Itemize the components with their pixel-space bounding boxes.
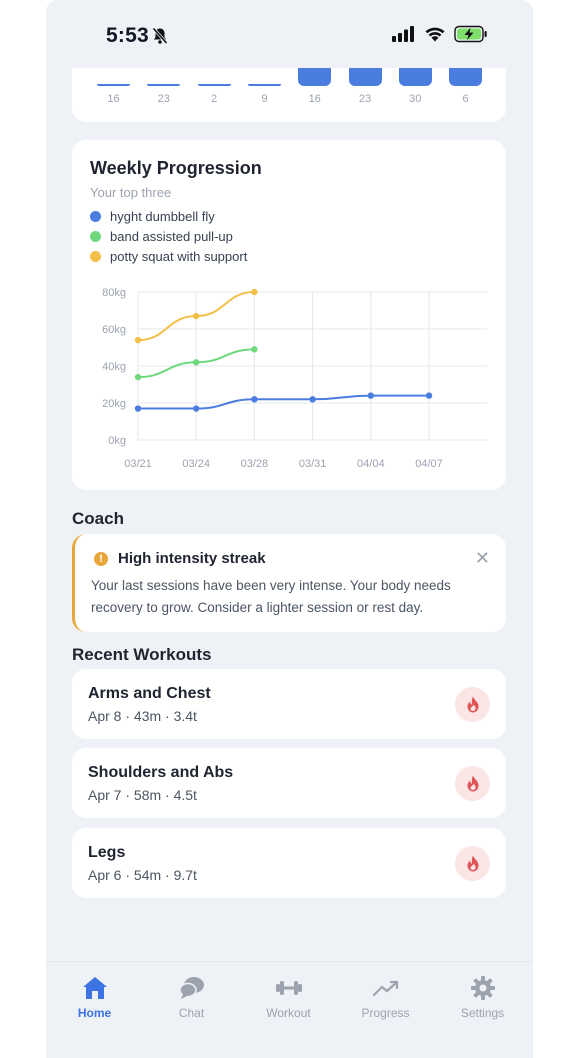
legend-item: potty squat with support bbox=[90, 249, 247, 264]
close-icon[interactable]: ✕ bbox=[475, 548, 490, 569]
data-point bbox=[193, 359, 200, 366]
flame-icon bbox=[455, 846, 490, 881]
workout-card[interactable]: Legs Apr 6 · 54m · 9.7t bbox=[72, 828, 506, 898]
legend-item: hyght dumbbell fly bbox=[90, 209, 215, 224]
y-tick-label: 80kg bbox=[102, 287, 126, 299]
tab-settings[interactable]: Settings bbox=[434, 974, 531, 1020]
tab-label: Home bbox=[77, 1006, 112, 1020]
tab-label: Settings bbox=[460, 1006, 505, 1020]
app-screen: 16 23 2 9 16 23 30 6 5:53 0kg 20kg 40kg … bbox=[46, 0, 533, 1058]
volume-tick-label: 9 bbox=[261, 93, 268, 105]
tab-chat[interactable]: Chat bbox=[143, 974, 240, 1020]
workout-meta: Apr 8 · 43m · 3.4t bbox=[88, 708, 197, 724]
y-tick-label: 20kg bbox=[102, 398, 126, 410]
volume-tick-label: 2 bbox=[211, 93, 218, 105]
x-tick-label: 03/31 bbox=[299, 458, 327, 470]
data-point bbox=[367, 392, 374, 399]
x-tick-label: 03/24 bbox=[182, 458, 210, 470]
volume-tick-label: 30 bbox=[409, 93, 422, 105]
tab-progress[interactable]: Progress bbox=[337, 974, 434, 1020]
workout-card[interactable]: Shoulders and Abs Apr 7 · 58m · 4.5t bbox=[72, 748, 506, 818]
tab-label: Progress bbox=[361, 1006, 410, 1020]
data-point bbox=[251, 346, 258, 353]
x-tick-label: 04/07 bbox=[415, 458, 443, 470]
workout-name: Shoulders and Abs bbox=[88, 764, 234, 781]
volume-bar bbox=[97, 83, 130, 86]
volume-bar bbox=[247, 83, 281, 86]
series-line bbox=[138, 394, 429, 410]
workout-card[interactable]: Arms and Chest Apr 8 · 43m · 3.4t bbox=[72, 669, 506, 739]
card-subtitle: Your top three bbox=[90, 185, 172, 200]
data-point bbox=[251, 288, 258, 296]
data-point bbox=[193, 312, 200, 320]
legend-label: potty squat with support bbox=[110, 249, 248, 264]
legend-dot bbox=[90, 211, 101, 222]
tab-label: Workout bbox=[266, 1006, 311, 1020]
legend-dot bbox=[90, 251, 101, 262]
tab-label: Chat bbox=[178, 1006, 205, 1020]
volume-bar bbox=[147, 83, 181, 86]
volume-tick-label: 23 bbox=[157, 93, 170, 105]
x-tick-label: 03/21 bbox=[124, 458, 152, 470]
card-title: Weekly Progression bbox=[90, 158, 262, 178]
workout-name: Legs bbox=[88, 844, 126, 861]
y-tick-label: 40kg bbox=[102, 361, 126, 373]
volume-tick-label: 6 bbox=[462, 93, 469, 105]
wifi-icon bbox=[424, 26, 446, 47]
data-point bbox=[193, 405, 200, 412]
data-point bbox=[425, 392, 433, 399]
x-tick-label: 04/04 bbox=[357, 458, 385, 470]
volume-bar bbox=[197, 83, 231, 86]
status-bar: 5:53 bbox=[46, 0, 533, 68]
weekly-progression-card: 0kg 20kg 40kg 60kg 80kg 03/21 03/24 03/28 03/31 0… bbox=[72, 140, 506, 490]
warning-icon: ! bbox=[94, 552, 108, 566]
signal-icon bbox=[392, 26, 416, 47]
chat-icon bbox=[143, 974, 240, 1002]
flame-icon bbox=[455, 687, 490, 722]
trend-icon bbox=[337, 974, 434, 1002]
data-point bbox=[134, 336, 142, 344]
data-point bbox=[134, 373, 142, 381]
status-time: 5:53 bbox=[106, 24, 149, 47]
workout-name: Arms and Chest bbox=[88, 685, 211, 702]
workout-meta: Apr 7 · 58m · 4.5t bbox=[88, 787, 197, 803]
battery-charging-icon bbox=[454, 25, 488, 48]
tab-home[interactable]: Home bbox=[46, 974, 143, 1020]
recent-workouts-title: Recent Workouts bbox=[72, 645, 212, 664]
legend-label: band assisted pull-up bbox=[110, 229, 233, 244]
y-tick-label: 60kg bbox=[102, 324, 126, 336]
coach-alert-card: ! High intensity streak ✕ Your last sess… bbox=[72, 534, 506, 632]
legend-item: band assisted pull-up bbox=[90, 229, 233, 244]
bell-mute-icon bbox=[152, 27, 168, 50]
workout-meta: Apr 6 · 54m · 9.7t bbox=[88, 867, 197, 883]
gear-icon bbox=[434, 974, 531, 1002]
y-tick-label: 0kg bbox=[108, 435, 126, 447]
x-tick-label: 03/28 bbox=[241, 458, 269, 470]
data-point bbox=[134, 405, 142, 412]
data-point bbox=[251, 396, 258, 403]
flame-icon bbox=[455, 766, 490, 801]
coach-alert-body: Your last sessions have been very intens… bbox=[91, 578, 451, 615]
home-icon bbox=[46, 974, 143, 1002]
tab-workout[interactable]: Workout bbox=[240, 974, 337, 1020]
volume-tick-label: 23 bbox=[358, 93, 372, 105]
volume-tick-label: 16 bbox=[107, 93, 120, 105]
coach-alert-title: High intensity streak bbox=[118, 550, 266, 567]
tab-bar: Home Chat Workout Progress Settings bbox=[46, 961, 533, 1058]
coach-section-title: Coach bbox=[72, 509, 124, 528]
volume-tick-label: 16 bbox=[308, 93, 321, 105]
data-point bbox=[309, 396, 316, 403]
legend-dot bbox=[90, 231, 101, 242]
dumbbell-icon bbox=[240, 974, 337, 1002]
legend-label: hyght dumbbell fly bbox=[110, 209, 215, 224]
